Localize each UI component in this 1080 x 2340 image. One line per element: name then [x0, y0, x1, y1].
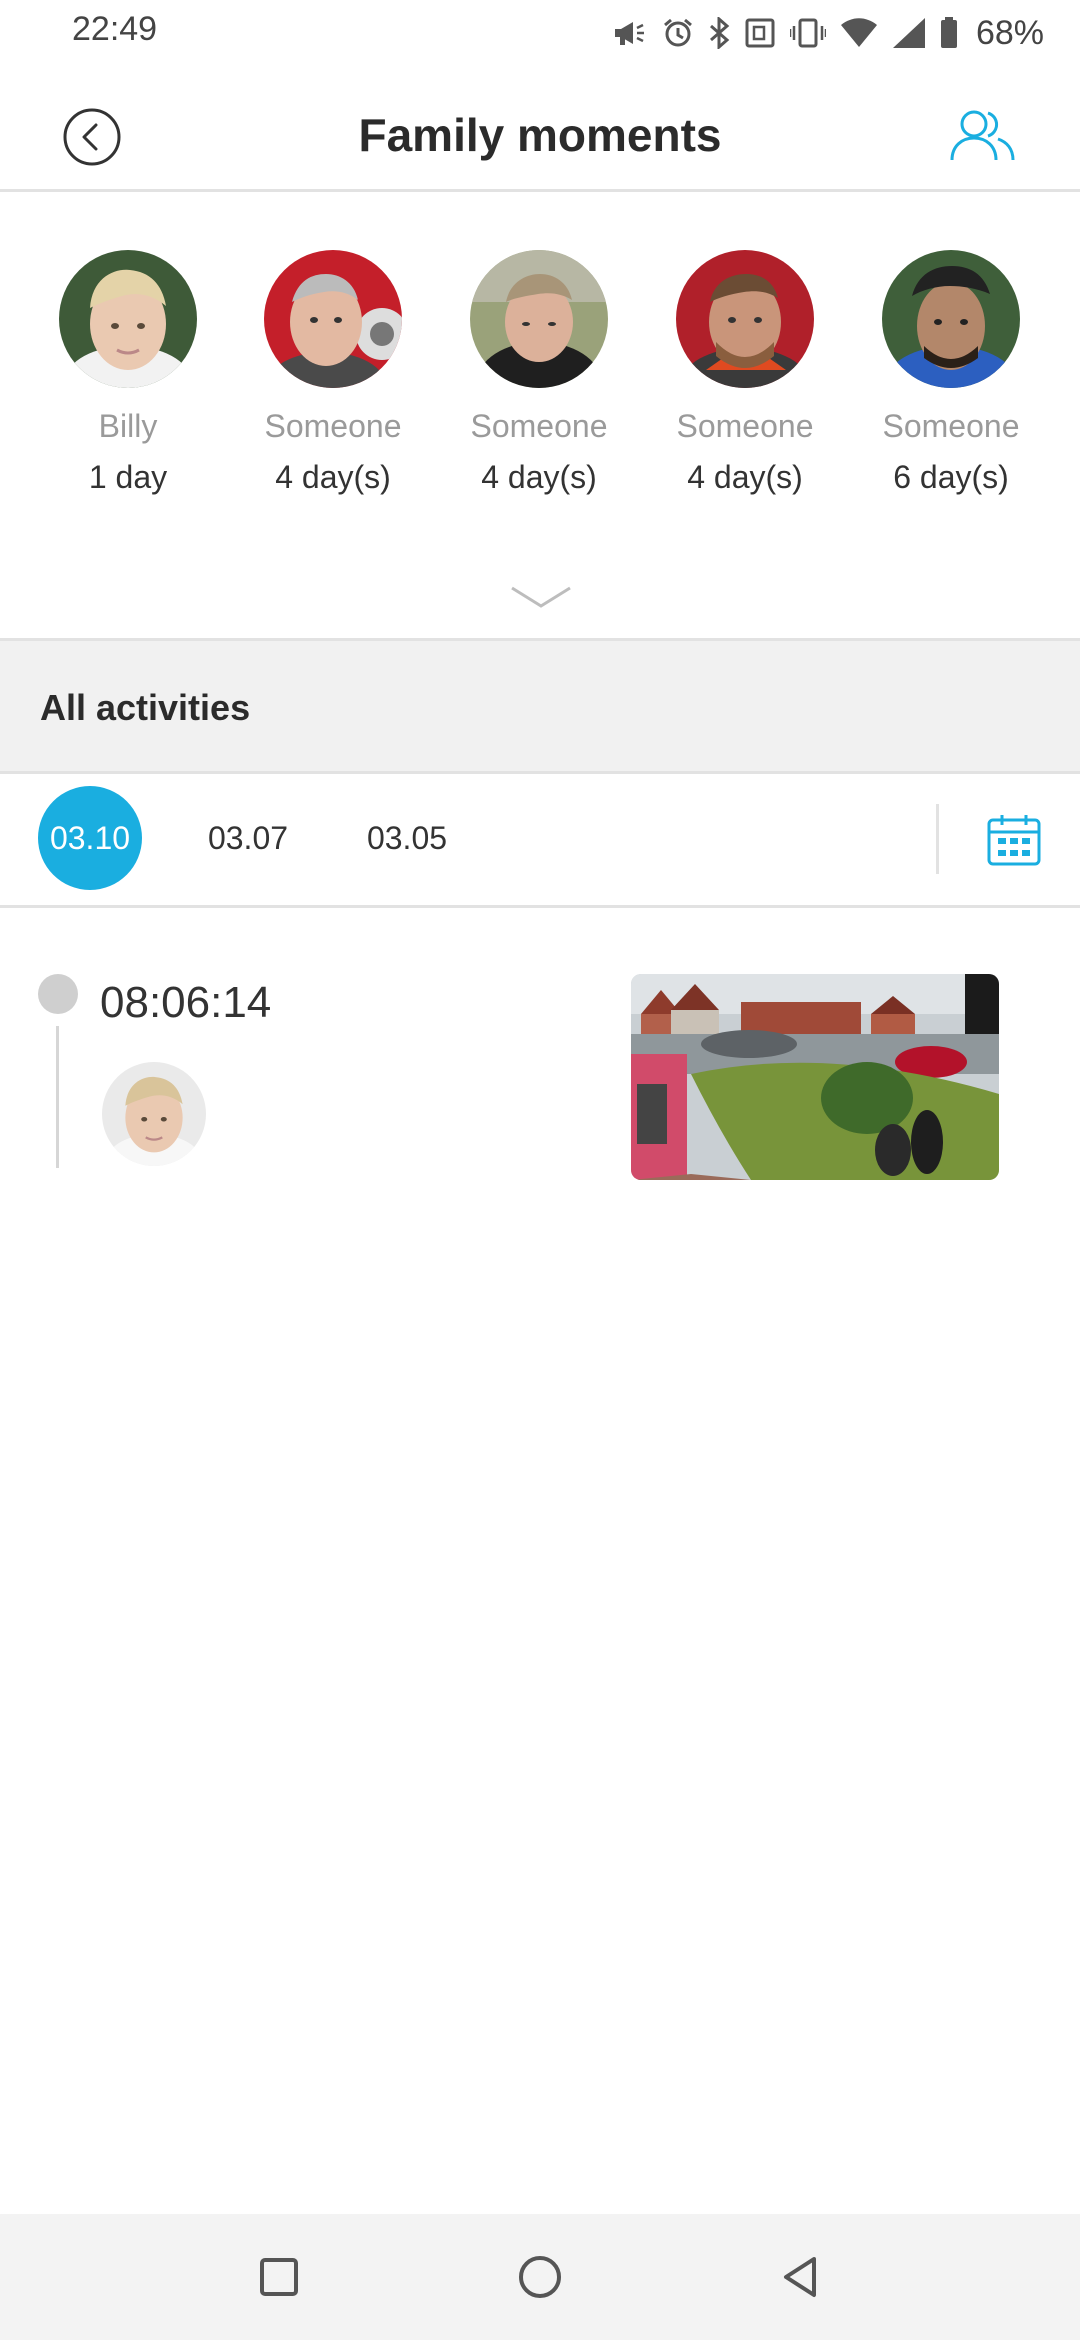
face-last-seen: 4 day(s) [275, 459, 391, 495]
activity-timeline: 08:06:14 [0, 910, 1080, 1210]
face-item[interactable]: Someone 4 day(s) [655, 250, 835, 496]
people-icon [950, 110, 1015, 161]
face-last-seen: 1 day [88, 459, 168, 495]
face-last-seen: 4 day(s) [687, 459, 803, 495]
face-last-seen: 4 day(s) [481, 459, 597, 495]
bluetooth-icon [709, 17, 730, 49]
face-item[interactable]: Someone 6 day(s) [861, 250, 1041, 496]
date-selector: 03.10 03.07 03.05 [0, 774, 1080, 908]
people-button[interactable] [948, 106, 1018, 166]
avatar [470, 250, 608, 388]
calendar-button[interactable] [986, 812, 1042, 868]
activity-time: 08:06:14 [100, 978, 272, 1027]
face-item[interactable]: Someone 4 day(s) [449, 250, 629, 496]
timeline-dot [38, 974, 78, 1014]
avatar [882, 250, 1020, 388]
home-icon [519, 2256, 561, 2298]
nfc-icon [745, 18, 775, 48]
face-name: Someone [264, 408, 402, 444]
system-nav-bar [0, 2214, 1080, 2340]
avatar [264, 250, 402, 388]
section-title: All activities [40, 687, 251, 728]
megaphone-icon [614, 22, 644, 45]
calendar-icon [987, 815, 1041, 866]
chevron-down-icon [511, 586, 571, 608]
date-chip[interactable]: 03.07 [196, 786, 300, 890]
back-nav-button[interactable] [776, 2252, 826, 2302]
alarm-icon [663, 18, 692, 47]
divider [936, 804, 939, 874]
status-bar: 22:49 68% [0, 0, 1080, 66]
face-name: Someone [676, 408, 814, 444]
recents-button[interactable] [254, 2252, 304, 2302]
wifi-icon [840, 18, 877, 47]
activities-section-header: All activities [0, 638, 1080, 774]
signal-icon [892, 18, 925, 48]
status-icons: 68% [612, 12, 1044, 54]
timeline-line [56, 1026, 59, 1168]
activity-snapshot[interactable] [631, 974, 999, 1180]
expand-faces-button[interactable] [508, 580, 574, 616]
avatar [59, 250, 197, 388]
date-chip[interactable]: 03.05 [355, 786, 459, 890]
face-name: Someone [470, 408, 608, 444]
page-title: Family moments [358, 109, 722, 161]
face-item[interactable]: Someone 4 day(s) [243, 250, 423, 496]
vibrate-icon [789, 18, 826, 48]
recents-icon [260, 2258, 298, 2296]
face-last-seen: 6 day(s) [893, 459, 1009, 495]
battery-percentage: 68% [975, 13, 1044, 52]
face-item[interactable]: Billy 1 day [38, 250, 218, 496]
home-button[interactable] [515, 2252, 565, 2302]
avatar [676, 250, 814, 388]
battery-icon [940, 17, 957, 48]
back-triangle-icon [784, 2257, 816, 2297]
status-time: 22:49 [72, 10, 158, 48]
activity-face-avatar[interactable] [102, 1062, 206, 1166]
date-chip-selected[interactable]: 03.10 [38, 786, 142, 890]
face-name: Billy [98, 408, 158, 444]
face-name: Someone [882, 408, 1020, 444]
family-faces: Billy 1 day Someone 4 day(s) Someone 4 d… [0, 230, 1080, 520]
app-header: Family moments [0, 66, 1080, 192]
